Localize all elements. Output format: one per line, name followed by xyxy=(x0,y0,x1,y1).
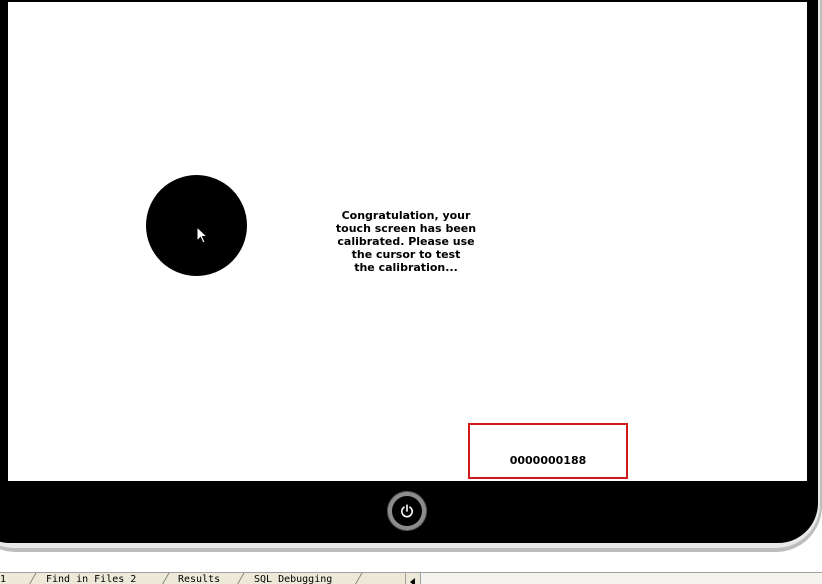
tab-separator xyxy=(354,573,363,584)
power-icon xyxy=(401,504,413,518)
arrow-left-icon xyxy=(410,578,415,584)
tab-results[interactable]: Results xyxy=(178,573,238,584)
counter-value: 0000000188 xyxy=(509,454,587,467)
calibration-message: Congratulation, your touch screen has be… xyxy=(335,209,477,274)
tab-separator xyxy=(161,573,170,584)
counter-box: 0000000188 xyxy=(468,423,628,479)
tab-scroll-left-button[interactable] xyxy=(405,573,421,584)
app-window: Congratulation, your touch screen has be… xyxy=(0,0,822,584)
output-tab-bar: 1 Find in Files 2 Results SQL Debugging xyxy=(0,572,822,584)
tab-separator xyxy=(28,573,37,584)
tab-1[interactable]: 1 xyxy=(0,573,20,584)
mouse-pointer-icon xyxy=(196,226,209,244)
power-button[interactable] xyxy=(388,492,426,530)
tab-sql-debugging[interactable]: SQL Debugging xyxy=(254,573,354,584)
tab-find-in-files-2[interactable]: Find in Files 2 xyxy=(46,573,158,584)
horizontal-scrollbar[interactable] xyxy=(421,573,822,584)
power-button-face xyxy=(392,496,422,526)
